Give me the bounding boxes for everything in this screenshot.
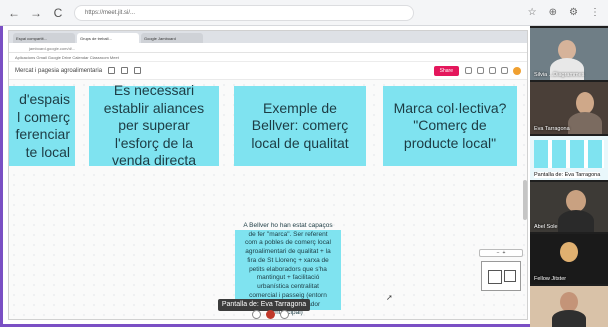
zoom-icon[interactable]: [134, 67, 142, 74]
participant-name: Fellow Jitster: [534, 276, 567, 282]
microphone-button[interactable]: [252, 310, 261, 319]
jamboard-toolbar: Mercat i pagesia agroalimentaria Share: [9, 62, 527, 80]
participant-tile[interactable]: [530, 286, 608, 327]
minimap[interactable]: [481, 261, 521, 291]
mouse-cursor-icon: ➚: [386, 293, 393, 302]
minimap-frame: [504, 270, 516, 282]
participant-tile[interactable]: Abel Sole: [530, 182, 608, 232]
participant-video: [566, 190, 586, 212]
whiteboard-canvas[interactable]: d'espais l comerç ferenciar te local Es …: [9, 80, 527, 319]
participant-video: [552, 310, 586, 327]
reload-button[interactable]: C: [52, 6, 64, 20]
menu-icon[interactable]: ⋮: [590, 7, 600, 18]
participants-sidebar: Silvia ...Diagrammes Eva Tarragona Panta…: [530, 26, 608, 327]
call-controls: [252, 310, 289, 319]
participant-video: [576, 92, 594, 114]
participant-tile[interactable]: Silvia ...Diagrammes: [530, 28, 608, 80]
sticky-note[interactable]: A Bellver ho han estat capaços de fer "m…: [235, 222, 341, 316]
camera-button[interactable]: [280, 310, 289, 319]
zoom-out-icon[interactable]: −: [497, 250, 500, 256]
inner-tab[interactable]: Google Jamboard: [141, 33, 203, 43]
bookmarks-bar: Aplicacions Gmail Google Drive Calendar …: [9, 53, 527, 62]
slides-icon[interactable]: [465, 67, 472, 74]
zoom-in-icon[interactable]: +: [503, 250, 506, 256]
inner-address-bar[interactable]: jamboard.google.com/d/...: [9, 43, 527, 53]
sticky-note-text: Exemple de Bellver: comerç local de qual…: [251, 99, 349, 151]
participant-video: [560, 292, 578, 312]
participant-tile[interactable]: Fellow Jitster: [530, 234, 608, 284]
sticky-note[interactable]: d'espais l comerç ferenciar te local: [9, 86, 75, 166]
redo-icon[interactable]: [121, 67, 129, 74]
participant-name: Eva Tarragona: [534, 126, 570, 132]
toolbar-right: [465, 66, 521, 75]
browser-toolbar: ← → C https://meet.jit.si/... ☆ ⊕ ⚙ ⋮: [0, 0, 608, 26]
settings-icon[interactable]: [501, 67, 508, 74]
avatar[interactable]: [513, 66, 521, 75]
participant-name: Abel Sole: [534, 224, 558, 230]
star-icon[interactable]: ☆: [528, 7, 537, 18]
participant-tile[interactable]: Eva Tarragona: [530, 82, 608, 134]
screen-thumbnail: [534, 140, 604, 168]
extension-icon[interactable]: ⊕: [549, 7, 557, 18]
sticky-note[interactable]: Exemple de Bellver: comerç local de qual…: [234, 86, 366, 166]
comment-icon[interactable]: [477, 67, 484, 74]
browser-actions: ☆ ⊕ ⚙ ⋮: [528, 7, 600, 18]
participant-video: [558, 210, 594, 232]
participant-name: Pantalla de: Eva Tarragona: [534, 172, 601, 178]
participant-video: [558, 40, 576, 60]
board-title[interactable]: Mercat i pagesia agroalimentaria: [15, 68, 102, 74]
inner-tab[interactable]: Grups de treball...: [77, 33, 139, 43]
grid-icon[interactable]: [489, 67, 496, 74]
sticky-note-text: Marca col·lectiva? "Comerç de producte l…: [393, 99, 507, 151]
sticky-note[interactable]: Es necessari establir aliances per super…: [89, 82, 219, 168]
shared-screen: Espai compartit... Grups de treball... G…: [8, 30, 528, 320]
participant-video: [560, 242, 578, 262]
inner-tab[interactable]: Espai compartit...: [13, 33, 75, 43]
hangup-button[interactable]: [266, 310, 275, 319]
participant-video: [568, 112, 602, 134]
undo-icon[interactable]: [108, 67, 116, 74]
participant-tile[interactable]: Pantalla de: Eva Tarragona: [530, 136, 608, 180]
inner-tab-strip: Espai compartit... Grups de treball... G…: [9, 31, 527, 43]
sticky-note-text: Es necessari establir aliances per super…: [103, 82, 205, 169]
sticky-note-text: d'espais l comerç ferenciar te local: [15, 91, 70, 160]
forward-button[interactable]: →: [30, 6, 42, 20]
share-button[interactable]: Share: [433, 65, 459, 76]
participant-name: Silvia ...Diagrammes: [534, 72, 585, 78]
settings-icon[interactable]: ⚙: [569, 7, 578, 18]
minimap-frame: [488, 270, 502, 284]
zoom-control[interactable]: − +: [479, 249, 523, 257]
back-button[interactable]: ←: [8, 6, 20, 20]
address-bar[interactable]: https://meet.jit.si/...: [74, 4, 414, 21]
sticky-note[interactable]: Marca col·lectiva? "Comerç de producte l…: [383, 86, 517, 166]
vertical-scrollbar[interactable]: [523, 180, 527, 220]
